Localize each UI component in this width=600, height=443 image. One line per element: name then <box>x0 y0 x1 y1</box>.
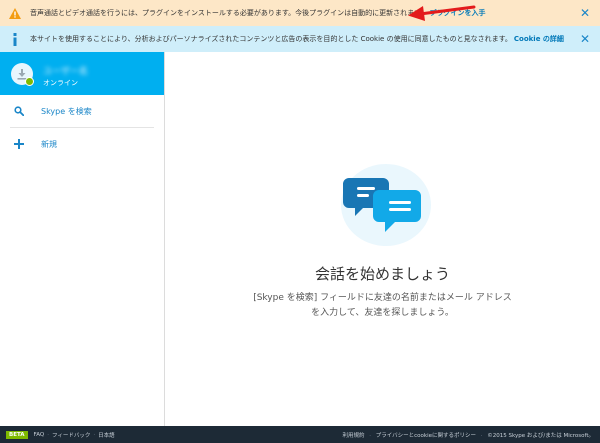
footer-separator: · <box>93 431 96 438</box>
close-info-button[interactable]: ✕ <box>579 33 591 45</box>
new-item[interactable]: 新規 <box>0 128 164 160</box>
chat-bubbles-illustration <box>341 164 431 246</box>
sidebar: ユーザー名 オンライン Skype を検索 新規 <box>0 52 165 426</box>
close-warning-button[interactable]: ✕ <box>579 7 591 19</box>
subtitle-line-1: [Skype を検索] フィールドに友達の名前またはメール アドレス <box>253 293 512 303</box>
plugin-warning-banner: 音声通話とビデオ通話を行うには、プラグインをインストールする必要があります。今後… <box>0 0 600 26</box>
warning-icon <box>8 6 22 20</box>
info-icon <box>8 32 22 46</box>
cookie-info-text: 本サイトを使用することにより、分析およびパーソナライズされたコンテンツと広告の表… <box>30 35 512 43</box>
footer-right-links: 利用規約 · プライバシーとcookieに関するポリシー · ©2015 Sky… <box>342 431 594 439</box>
cookie-info-banner: 本サイトを使用することにより、分析およびパーソナライズされたコンテンツと広告の表… <box>0 26 600 52</box>
cookie-details-link[interactable]: Cookie の詳細 <box>514 34 564 44</box>
footer-copyright: ©2015 Skype および/または Microsoft。 <box>487 433 594 439</box>
footer-separator: · <box>480 433 483 439</box>
search-skype-item[interactable]: Skype を検索 <box>0 95 164 127</box>
footer-link-privacy[interactable]: プライバシーとcookieに関するポリシー <box>376 433 476 439</box>
profile-status: オンライン <box>43 79 78 87</box>
beta-badge: BETA <box>6 430 28 439</box>
page-title: 会話を始めましょう <box>314 265 450 283</box>
footer: BETA FAQ · フィードバック · 日本語 利用規約 · プライバシーとc… <box>0 426 600 443</box>
page-subtitle: [Skype を検索] フィールドに友達の名前またはメール アドレス を入力して… <box>165 291 600 321</box>
annotation-arrow-icon <box>408 5 476 21</box>
avatar[interactable] <box>11 62 34 86</box>
plugin-warning-text: 音声通話とビデオ通話を行うには、プラグインをインストールする必要があります。今後… <box>30 9 428 17</box>
chat-bubbles-icon <box>343 178 421 232</box>
profile-name: ユーザー名 <box>43 67 88 77</box>
footer-separator: · <box>47 431 49 438</box>
profile-header[interactable]: ユーザー名 オンライン <box>0 52 164 95</box>
subtitle-line-2: を入力して、友達を探しましょう。 <box>311 308 454 318</box>
footer-link-faq[interactable]: FAQ <box>34 432 45 438</box>
footer-separator: · <box>369 433 371 439</box>
plus-icon <box>13 139 25 149</box>
search-skype-label: Skype を検索 <box>41 106 92 116</box>
footer-link-feedback[interactable]: フィードバック <box>52 431 90 439</box>
main-panel: 会話を始めましょう [Skype を検索] フィールドに友達の名前またはメール … <box>165 52 600 426</box>
online-status-dot <box>25 76 34 86</box>
new-label: 新規 <box>41 139 57 149</box>
search-icon <box>13 106 25 116</box>
footer-link-terms[interactable]: 利用規約 <box>342 433 364 439</box>
footer-link-language[interactable]: 日本語 <box>98 431 115 439</box>
